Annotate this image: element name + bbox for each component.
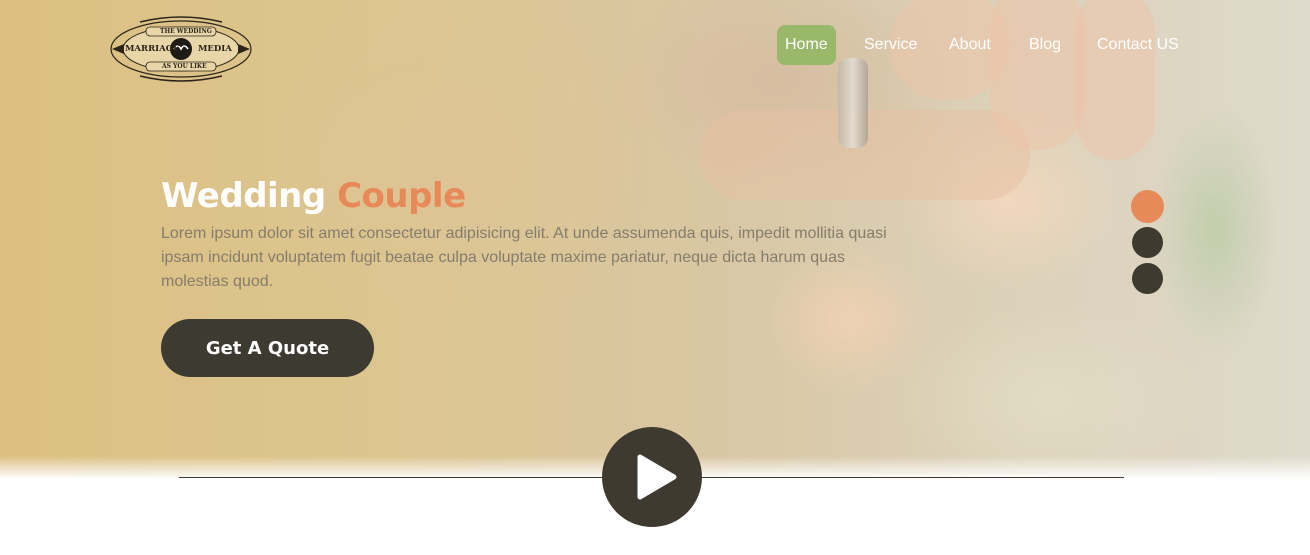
hero-title-main: Wedding [161,176,338,216]
play-video-button[interactable] [602,427,702,527]
nav-item-about[interactable]: About [949,25,991,65]
nav-item-contact[interactable]: Contact US [1097,25,1179,65]
logo-bottom-text: AS YOU LIKE [162,63,207,70]
logo-top-text: THE WEDDING [160,28,212,35]
slider-dot-3[interactable] [1132,263,1163,294]
logo-left-text: MARRIAGE [125,44,180,54]
nav-item-blog[interactable]: Blog [1029,25,1061,65]
site-logo[interactable]: THE WEDDING MARRIAGE MEDIA AS YOU LIKE [110,16,252,82]
hero-title: Wedding Couple [161,176,466,216]
hero-description: Lorem ipsum dolor sit amet consectetur a… [161,225,887,290]
slider-dot-1[interactable] [1131,190,1164,223]
page: THE WEDDING MARRIAGE MEDIA AS YOU LIKE H… [0,0,1310,555]
nav-item-service[interactable]: Service [864,25,917,65]
nav-item-home[interactable]: Home [777,25,836,65]
slider-dot-2[interactable] [1132,227,1163,258]
get-quote-button[interactable]: Get A Quote [161,319,374,377]
play-icon [637,454,677,500]
hero-title-accent: Couple [337,176,466,216]
logo-right-text: MEDIA [198,44,232,54]
